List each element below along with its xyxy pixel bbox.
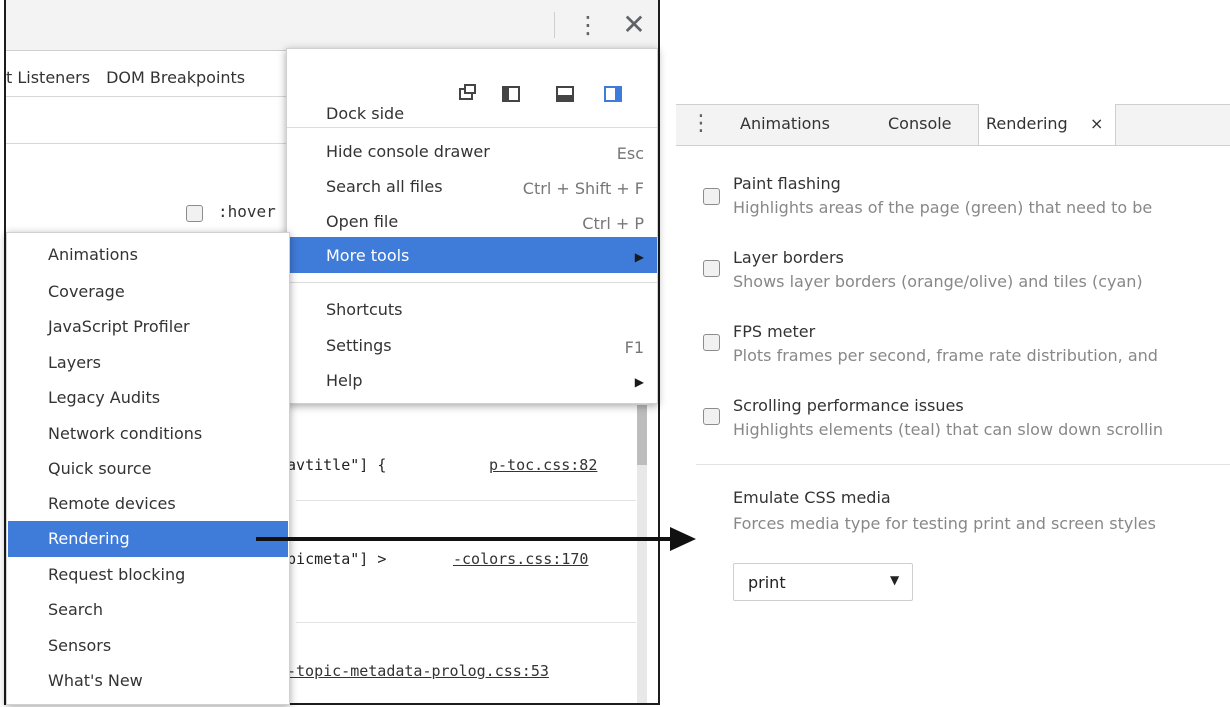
- option-title: Paint flashing: [733, 174, 841, 193]
- tab-animations[interactable]: Animations: [740, 104, 830, 144]
- submenu-arrow-icon: ▶: [634, 250, 644, 264]
- tab-event-listeners[interactable]: t Listeners: [6, 68, 90, 87]
- scrolling-performance-checkbox[interactable]: [703, 408, 720, 425]
- shortcut-text: F1: [624, 338, 644, 357]
- menu-item-label: More tools: [326, 246, 410, 265]
- emulate-media-value: print: [748, 573, 786, 592]
- section-divider: [696, 464, 1230, 465]
- rule-divider: [296, 622, 636, 623]
- tab-rendering-label[interactable]: Rendering: [986, 104, 1068, 144]
- menu-item-shortcuts[interactable]: Shortcuts: [326, 300, 402, 319]
- menu-separator: [287, 282, 657, 283]
- emulate-media-description: Forces media type for testing print and …: [733, 514, 1156, 533]
- submenu-arrow-icon: ▶: [634, 375, 644, 389]
- dock-left-icon[interactable]: [502, 86, 520, 102]
- scrollbar-thumb[interactable]: [637, 405, 647, 465]
- submenu-item-animations[interactable]: Animations: [48, 245, 138, 264]
- submenu-item-javascript-profiler[interactable]: JavaScript Profiler: [48, 317, 190, 336]
- option-title: FPS meter: [733, 322, 816, 341]
- menu-item-search-all-files[interactable]: Search all files: [326, 177, 443, 196]
- emulate-media-title: Emulate CSS media: [733, 488, 891, 507]
- devtools-toolbar: [6, 0, 658, 51]
- submenu-item-quick-source[interactable]: Quick source: [48, 459, 151, 478]
- submenu-item-legacy-audits[interactable]: Legacy Audits: [48, 388, 160, 407]
- menu-item-open-file[interactable]: Open file: [326, 212, 398, 231]
- css-source-link[interactable]: -colors.css:170: [453, 550, 588, 568]
- css-source-link[interactable]: -topic-metadata-prolog.css:53: [287, 662, 549, 680]
- shortcut-text: Ctrl + Shift + F: [522, 179, 644, 198]
- submenu-item-search[interactable]: Search: [48, 600, 103, 619]
- menu-separator: [287, 127, 657, 128]
- submenu-item-network-conditions[interactable]: Network conditions: [48, 424, 202, 443]
- undock-icon-front: [464, 84, 476, 94]
- hover-label: :hover: [218, 202, 276, 221]
- close-devtools-icon[interactable]: ✕: [619, 6, 649, 44]
- menu-item-settings[interactable]: Settings: [326, 336, 392, 355]
- submenu-item-rendering[interactable]: Rendering: [48, 529, 130, 548]
- submenu-item-sensors[interactable]: Sensors: [48, 636, 111, 655]
- paint-flashing-checkbox[interactable]: [703, 188, 720, 205]
- css-rule-selector: navtitle"] {: [278, 456, 387, 474]
- tab-dom-breakpoints[interactable]: DOM Breakpoints: [106, 68, 245, 87]
- fps-meter-checkbox[interactable]: [703, 334, 720, 351]
- hover-checkbox[interactable]: [186, 205, 203, 222]
- option-title: Layer borders: [733, 248, 844, 267]
- submenu-item-whats-new[interactable]: What's New: [48, 671, 143, 690]
- dock-right-icon[interactable]: [604, 86, 622, 102]
- css-rule-selector: opicmeta"] >: [278, 550, 387, 568]
- shortcut-text: Ctrl + P: [582, 214, 644, 233]
- close-tab-icon[interactable]: ×: [1090, 104, 1103, 144]
- tab-console[interactable]: Console: [888, 104, 952, 144]
- styles-filter-bar[interactable]: [6, 96, 306, 144]
- submenu-item-request-blocking[interactable]: Request blocking: [48, 565, 185, 584]
- submenu-item-coverage[interactable]: Coverage: [48, 282, 125, 301]
- option-title: Scrolling performance issues: [733, 396, 964, 415]
- option-description: Plots frames per second, frame rate dist…: [733, 346, 1158, 365]
- annotation-arrow-line: [256, 537, 676, 541]
- shortcut-text: Esc: [616, 144, 644, 163]
- css-source-link[interactable]: p-toc.css:82: [489, 456, 597, 474]
- menu-item-hide-console-drawer[interactable]: Hide console drawer: [326, 142, 490, 161]
- drawer-menu-icon[interactable]: ⋮: [690, 108, 712, 140]
- submenu-item-remote-devices[interactable]: Remote devices: [48, 494, 176, 513]
- annotation-arrow-head-icon: [670, 527, 696, 551]
- customize-menu-icon[interactable]: ⋮: [576, 8, 600, 42]
- rule-divider: [296, 500, 636, 501]
- sidebar-tabs: t Listeners DOM Breakpoints: [6, 58, 261, 98]
- option-description: Shows layer borders (orange/olive) and t…: [733, 272, 1143, 291]
- submenu-item-layers[interactable]: Layers: [48, 353, 101, 372]
- option-description: Highlights elements (teal) that can slow…: [733, 420, 1164, 439]
- dock-side-label: Dock side: [326, 104, 405, 123]
- layer-borders-checkbox[interactable]: [703, 260, 720, 277]
- option-description: Highlights areas of the page (green) tha…: [733, 198, 1153, 217]
- menu-item-help[interactable]: Help: [326, 371, 362, 390]
- dock-bottom-icon[interactable]: [556, 86, 574, 102]
- chevron-down-icon: ▼: [890, 573, 900, 587]
- toolbar-separator: [554, 12, 555, 38]
